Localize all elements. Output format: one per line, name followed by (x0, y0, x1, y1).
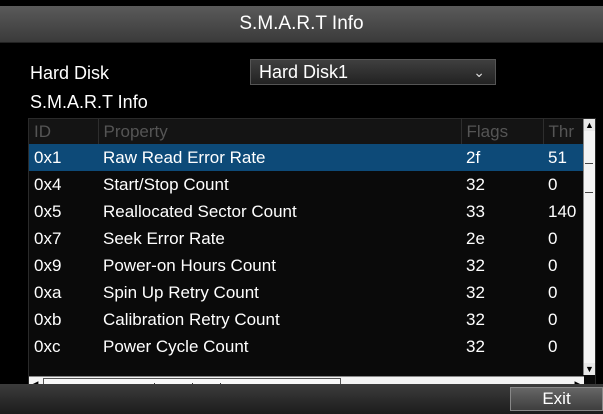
table-header-row: ID Property Flags Thr (29, 119, 585, 144)
table-row[interactable]: 0x1 Raw Read Error Rate 2f 51 (29, 144, 584, 171)
cell-property: Spin Up Retry Count (103, 282, 259, 302)
table-row[interactable]: 0xa Spin Up Retry Count 32 0 (29, 279, 584, 306)
cell-property: Start/Stop Count (103, 174, 229, 194)
cell-id: 0xb (34, 309, 62, 329)
cell-threshold: 0 (548, 282, 558, 302)
cell-flags: 2e (466, 228, 485, 248)
cell-id: 0xa (34, 282, 62, 302)
hard-disk-select[interactable]: Hard Disk1 ⌄ (250, 59, 496, 85)
cell-flags: 32 (466, 282, 485, 302)
cell-threshold: 0 (548, 255, 558, 275)
cell-id: 0x4 (34, 174, 62, 194)
table-row[interactable]: 0xc Power Cycle Count 32 0 (29, 333, 584, 360)
cell-property: Seek Error Rate (103, 228, 225, 248)
chevron-down-icon: ⌄ (473, 64, 485, 80)
smart-info-label: S.M.A.R.T Info (30, 92, 148, 112)
cell-property: Calibration Retry Count (103, 309, 280, 329)
scroll-down-arrow-icon[interactable]: ▼ (584, 363, 595, 375)
window-title: S.M.A.R.T Info (0, 6, 603, 43)
column-header-id[interactable]: ID (29, 119, 99, 144)
cell-threshold: 0 (548, 309, 558, 329)
smart-info-panel: Hard Disk Hard Disk1 ⌄ S.M.A.R.T Info ID… (0, 43, 603, 392)
table-row[interactable]: 0x9 Power-on Hours Count 32 0 (29, 252, 584, 279)
cell-threshold: 0 (548, 228, 558, 248)
cell-flags: 32 (466, 309, 485, 329)
hard-disk-select-value: Hard Disk1 (259, 62, 349, 82)
table-row[interactable]: 0x5 Reallocated Sector Count 33 140 (29, 198, 584, 225)
column-header-property[interactable]: Property (98, 119, 462, 144)
hard-disk-label: Hard Disk (30, 63, 110, 83)
cell-property: Raw Read Error Rate (98, 144, 461, 171)
cell-id: 0x5 (34, 201, 62, 221)
cell-flags: 32 (466, 336, 485, 356)
exit-button[interactable]: Exit (510, 387, 603, 411)
cell-flags: 32 (466, 174, 485, 194)
cell-id: 0x9 (34, 255, 62, 275)
vertical-scrollbar[interactable]: ▲ ▼ (583, 119, 595, 375)
scroll-up-arrow-icon[interactable]: ▲ (584, 119, 595, 131)
smart-table-grid: ID Property Flags Thr 0x1 Raw Read Error … (29, 119, 585, 360)
cell-id: 0xc (34, 336, 61, 356)
bottom-bar: Exit (0, 384, 603, 414)
cell-threshold: 0 (548, 174, 558, 194)
column-header-flags[interactable]: Flags (461, 119, 544, 144)
smart-table[interactable]: ID Property Flags Thr 0x1 Raw Read Error … (28, 118, 596, 392)
table-row[interactable]: 0x4 Start/Stop Count 32 0 (29, 171, 584, 198)
cell-threshold: 51 (543, 144, 584, 171)
table-row[interactable]: 0x7 Seek Error Rate 2e 0 (29, 225, 584, 252)
cell-flags: 33 (466, 201, 485, 221)
cell-property: Power-on Hours Count (103, 255, 276, 275)
cell-id: 0x1 (29, 144, 98, 171)
vertical-scroll-thumb[interactable] (585, 163, 593, 193)
cell-property: Reallocated Sector Count (103, 201, 297, 221)
cell-flags: 2f (461, 144, 543, 171)
table-row[interactable]: 0xb Calibration Retry Count 32 0 (29, 306, 584, 333)
cell-id: 0x7 (34, 228, 62, 248)
cell-flags: 32 (466, 255, 485, 275)
cell-property: Power Cycle Count (103, 336, 249, 356)
cell-threshold: 0 (548, 336, 558, 356)
column-header-threshold[interactable]: Thr (543, 119, 585, 144)
cell-threshold: 140 (548, 201, 577, 221)
